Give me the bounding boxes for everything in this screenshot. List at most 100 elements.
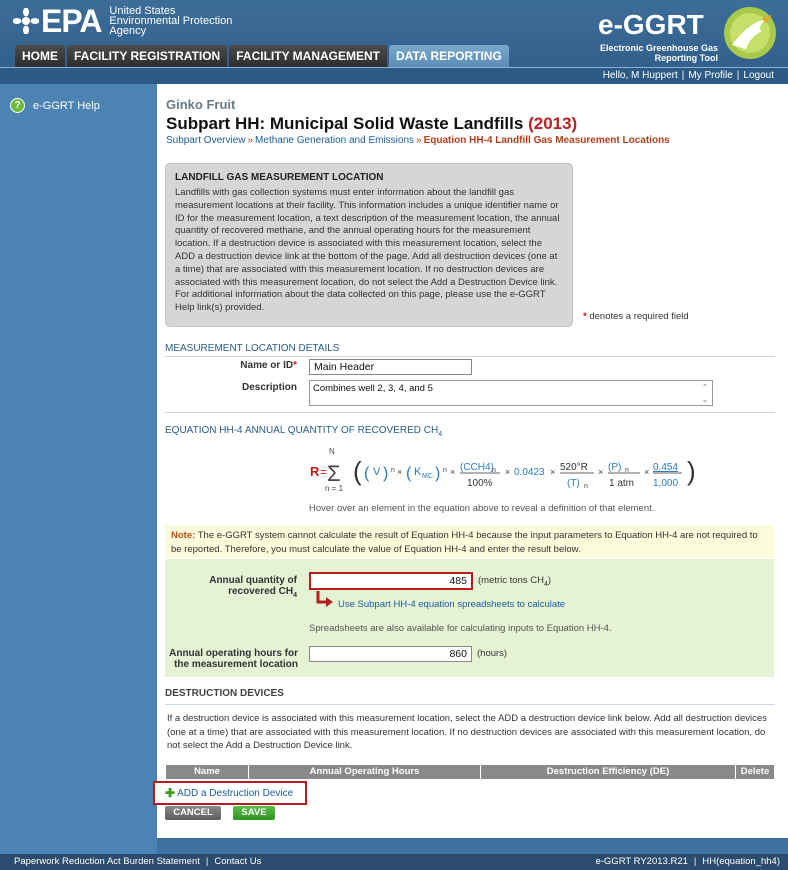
instructions-text: Landfills with gas collection systems mu… (175, 187, 560, 314)
breadcrumb-current: Equation HH-4 Landfill Gas Measurement L… (423, 135, 670, 146)
svg-text:0.0423: 0.0423 (514, 467, 545, 478)
contact-us-link[interactable]: Contact Us (214, 856, 261, 867)
svg-text:(: ( (364, 465, 370, 482)
main-content: Ginko Fruit Subpart HH: Municipal Solid … (153, 84, 788, 838)
sidebar: ? e-GGRT Help (0, 84, 157, 854)
required-field-note: * denotes a required field (583, 311, 689, 322)
operating-hours-label: Annual operating hours for the measureme… (169, 648, 298, 670)
svg-text:n: n (443, 467, 447, 474)
svg-text:0.454: 0.454 (653, 462, 678, 473)
reporting-year: (2013) (528, 114, 578, 133)
breadcrumb-subpart-overview[interactable]: Subpart Overview (166, 135, 245, 146)
column-annual-operating-hours: Annual Operating Hours (249, 765, 481, 779)
calculation-note: Note: The e-GGRT system cannot calculate… (165, 525, 774, 558)
svg-text:×: × (450, 467, 455, 477)
tab-data-reporting[interactable]: DATA REPORTING (389, 45, 509, 67)
page-title: Subpart HH: Municipal Solid Waste Landfi… (166, 114, 578, 133)
epa-wordmark: EPA (41, 3, 102, 39)
add-destruction-device-link[interactable]: ✚ ADD a Destruction Device (153, 781, 307, 805)
site-footer: Paperwork Reduction Act Burden Statement… (0, 854, 788, 870)
spreadsheet-link[interactable]: Use Subpart HH-4 equation spreadsheets t… (338, 599, 565, 610)
sidebar-item-label: e-GGRT Help (33, 99, 100, 112)
paperwork-link[interactable]: Paperwork Reduction Act Burden Statement (14, 856, 200, 867)
svg-text:n = 1: n = 1 (325, 484, 344, 493)
user-greeting: Hello, M Huppert (602, 70, 678, 81)
equation-hh4[interactable]: R = N Σ n = 1 ( ( V ) n × ( K MC ) n × (… (307, 444, 767, 494)
equation-r: R (310, 464, 320, 479)
annual-quantity-input[interactable] (309, 572, 473, 590)
operating-hours-input[interactable] (309, 646, 472, 662)
description-textarea[interactable]: Combines well 2, 3, 4, and 5 ⌃ ⌄ (309, 380, 713, 406)
logout-link[interactable]: Logout (743, 70, 774, 81)
divider (165, 412, 775, 413)
description-label: Description (241, 382, 297, 393)
sidebar-item-help[interactable]: ? e-GGRT Help (10, 98, 100, 113)
arrow-indicator-icon (316, 591, 333, 607)
user-bar: Hello, M Huppert | My Profile | Logout (0, 67, 788, 84)
svg-text:520°R: 520°R (560, 462, 588, 473)
site-header: EPA United States Environmental Protecti… (0, 0, 788, 67)
svg-text:×: × (397, 467, 402, 477)
epa-flower-icon (13, 8, 39, 34)
column-name: Name (166, 765, 249, 779)
svg-text:N: N (329, 447, 335, 456)
annual-quantity-unit: (metric tons CH4) (478, 575, 552, 588)
help-question-icon: ? (10, 98, 25, 113)
eggrt-subtitle: Electronic Greenhouse Gas Reporting Tool (599, 43, 718, 63)
equation-t: (T) (567, 478, 580, 489)
equation-cch4: (CCH4) (460, 462, 494, 473)
svg-text:1,000: 1,000 (653, 478, 678, 489)
equation-kmc: K (414, 466, 422, 478)
svg-text:n: n (391, 467, 395, 474)
tab-facility-management[interactable]: FACILITY MANAGEMENT (229, 45, 388, 67)
breadcrumb-methane-generation[interactable]: Methane Generation and Emissions (255, 135, 414, 146)
svg-text:×: × (505, 467, 510, 477)
main-nav-tabs: HOME FACILITY REGISTRATION FACILITY MANA… (15, 45, 509, 67)
user-links: Hello, M Huppert | My Profile | Logout (602, 70, 774, 81)
instructions-heading: LANDFILL GAS MEASUREMENT LOCATION (175, 172, 384, 183)
column-delete: Delete (740, 766, 770, 777)
annual-quantity-label: Annual quantity of recovered CH4 (209, 575, 297, 599)
name-label: Name or ID* (240, 360, 297, 371)
bird-logo-icon (724, 7, 776, 59)
svg-text:): ) (383, 465, 388, 482)
svg-text:100%: 100% (467, 478, 493, 489)
equation-hover-note: Hover over an element in the equation ab… (309, 503, 655, 514)
measurement-details-heading: MEASUREMENT LOCATION DETAILS (165, 343, 775, 357)
column-destruction-efficiency: Destruction Efficiency (DE) (481, 765, 736, 779)
svg-text:n: n (584, 483, 588, 490)
destruction-devices-text: If a destruction device is associated wi… (167, 713, 767, 752)
my-profile-link[interactable]: My Profile (688, 70, 732, 81)
tab-home[interactable]: HOME (15, 45, 65, 67)
svg-text:×: × (550, 467, 555, 477)
summation-symbol: Σ (327, 461, 341, 486)
cancel-button[interactable]: CANCEL (165, 806, 221, 820)
svg-text:): ) (435, 465, 440, 482)
svg-text:MC: MC (422, 473, 433, 480)
equation-heading: EQUATION HH-4 ANNUAL QUANTITY OF RECOVER… (165, 425, 443, 438)
svg-text:×: × (644, 467, 649, 477)
svg-text:1 atm: 1 atm (609, 478, 634, 489)
destruction-devices-heading: DESTRUCTION DEVICES (165, 688, 284, 699)
svg-text:(: ( (406, 465, 412, 482)
name-input[interactable] (309, 359, 472, 375)
eggrt-wordmark: e-GGRT (598, 9, 704, 40)
epa-logo[interactable]: EPA United States Environmental Protecti… (13, 5, 232, 37)
svg-text:): ) (687, 456, 696, 486)
tab-facility-registration[interactable]: FACILITY REGISTRATION (67, 45, 228, 67)
destruction-devices-table-header: Name Annual Operating Hours Destruction … (166, 765, 774, 779)
equation-p: (P) (608, 462, 621, 473)
agency-name: United States Environmental Protection A… (109, 5, 233, 37)
spreadsheet-note: Spreadsheets are also available for calc… (309, 623, 612, 634)
plus-icon: ✚ (165, 786, 176, 800)
operating-hours-unit: (hours) (477, 648, 508, 659)
version-label: e-GGRT RY2013.R21 (595, 856, 688, 867)
save-button[interactable]: SAVE (233, 806, 275, 820)
textarea-scrollbar[interactable]: ⌃ ⌄ (699, 382, 711, 404)
svg-text:=: = (320, 465, 327, 479)
breadcrumb: Subpart Overview» Methane Generation and … (166, 135, 670, 146)
divider (165, 704, 775, 705)
eggrt-logo: e-GGRT Electronic Greenhouse Gas Reporti… (578, 3, 778, 63)
equation-v: V (373, 466, 381, 478)
instructions-box: LANDFILL GAS MEASUREMENT LOCATION Landfi… (165, 163, 573, 327)
